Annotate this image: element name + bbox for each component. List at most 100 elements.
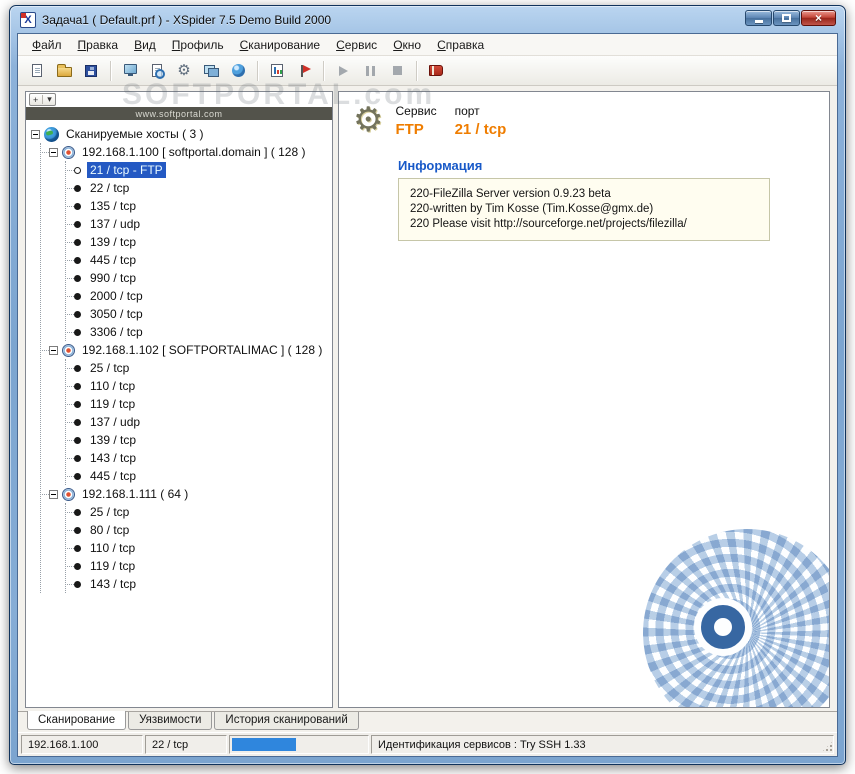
port-icon — [74, 472, 81, 480]
menu-item[interactable]: Файл — [24, 35, 70, 55]
main-area: + ▾ www.softportal.com Сканируемые хосты… — [18, 86, 837, 711]
tree-connector — [65, 187, 74, 189]
menu-item[interactable]: Сканирование — [232, 35, 328, 55]
client-area: Файл Правка Вид Профиль Сканирование Сервис Ок… — [18, 34, 837, 756]
collapse-toggle-icon[interactable] — [31, 129, 40, 139]
info-box: 220-FileZilla Server version 0.9.23 beta… — [398, 178, 770, 241]
port-label: 3306 / tcp — [90, 325, 143, 339]
menu-item[interactable]: Справка — [429, 35, 492, 55]
stop-scan-button[interactable] — [385, 59, 409, 83]
hosts-list-button[interactable] — [199, 59, 223, 83]
help-button[interactable] — [424, 59, 448, 83]
service-value: FTP — [395, 121, 424, 138]
floppy-icon — [85, 64, 97, 77]
tree-connector — [65, 529, 74, 531]
port-label: 2000 / tcp — [90, 289, 143, 303]
maximize-button[interactable] — [773, 10, 800, 26]
info-line: 220-written by Tim Kosse (Tim.Kosse@gmx.… — [410, 203, 654, 215]
menu-item[interactable]: Сервис — [328, 35, 385, 55]
port-label: 119 / tcp — [90, 397, 136, 411]
port-icon — [74, 256, 81, 264]
save-task-button[interactable] — [79, 59, 103, 83]
tree-root-row[interactable]: Сканируемые хосты ( 3 ) — [31, 125, 330, 143]
tab-active[interactable]: Сканирование — [27, 711, 127, 730]
tree-connector — [65, 277, 74, 279]
port-row[interactable]: 110 / tcp — [65, 377, 330, 395]
port-icon — [74, 310, 81, 318]
menu-item[interactable]: Вид — [126, 35, 164, 55]
collapse-toggle-icon[interactable] — [49, 147, 58, 157]
menu-item[interactable]: Профиль — [164, 35, 232, 55]
port-icon — [74, 580, 81, 588]
port-icon — [74, 544, 81, 552]
ports-group: 21 / tcp - FTP 22 / tcp 135 / tcp 137 / udp… — [65, 161, 330, 341]
ports-group: 25 / tcp 80 / tcp 110 / tcp 119 / tcp 143 / … — [65, 503, 330, 593]
port-row[interactable]: 990 / tcp — [65, 269, 330, 287]
menu-item[interactable]: Правка — [70, 35, 127, 55]
port-row[interactable]: 143 / tcp — [65, 575, 330, 593]
port-row[interactable]: 119 / tcp — [65, 395, 330, 413]
port-row[interactable]: 25 / tcp — [65, 503, 330, 521]
port-row[interactable]: 110 / tcp — [65, 539, 330, 557]
toolbar-separator — [323, 60, 324, 81]
host-label: 192.168.1.102 [ SOFTPORTALIMAC ] ( 128 ) — [82, 343, 323, 357]
port-row[interactable]: 25 / tcp — [65, 359, 330, 377]
port-row[interactable]: 3306 / tcp — [65, 323, 330, 341]
network-button[interactable] — [226, 59, 250, 83]
close-button[interactable]: × — [801, 10, 836, 26]
report-button[interactable] — [265, 59, 289, 83]
port-row[interactable]: 139 / tcp — [65, 431, 330, 449]
minimize-button[interactable] — [745, 10, 772, 26]
port-row[interactable]: 21 / tcp - FTP — [65, 161, 330, 179]
tab-item[interactable]: История сканирований — [214, 712, 359, 730]
tree-connector — [65, 403, 74, 405]
port-row[interactable]: 80 / tcp — [65, 521, 330, 539]
hosts-tree: Сканируемые хосты ( 3 ) 192.168.1.100 [ s… — [26, 120, 332, 707]
minimize-icon — [754, 20, 763, 23]
port-row[interactable]: 2000 / tcp — [65, 287, 330, 305]
port-icon — [74, 292, 81, 300]
host-icon — [62, 343, 75, 357]
checks-button[interactable] — [292, 59, 316, 83]
tab-item[interactable]: Уязвимости — [128, 712, 213, 730]
port-row[interactable]: 445 / tcp — [65, 251, 330, 269]
toolbar-separator — [110, 60, 111, 81]
scan-profile-button[interactable] — [145, 59, 169, 83]
port-label: 990 / tcp — [90, 271, 137, 285]
port-icon — [74, 328, 81, 336]
start-scan-button[interactable] — [331, 59, 355, 83]
pause-scan-button[interactable] — [358, 59, 382, 83]
tree-expand-dropdown-button[interactable]: + ▾ — [29, 93, 56, 106]
port-row[interactable]: 139 / tcp — [65, 233, 330, 251]
status-message: Идентификация сервисов : Try SSH 1.33 — [371, 735, 834, 754]
port-label: порт — [454, 104, 480, 118]
gear-page-icon — [177, 63, 190, 78]
port-label: 445 / tcp — [90, 253, 137, 267]
toolbar: SOFTPORTAL.com — [18, 56, 837, 111]
title-bar[interactable]: X Задача1 ( Default.prf ) - XSpider 7.5 … — [10, 6, 845, 34]
port-row[interactable]: 445 / tcp — [65, 467, 330, 485]
port-row[interactable]: 119 / tcp — [65, 557, 330, 575]
port-row[interactable]: 143 / tcp — [65, 449, 330, 467]
host-row[interactable]: 192.168.1.100 [ softportal.domain ] ( 12… — [40, 143, 330, 161]
new-task-button[interactable] — [25, 59, 49, 83]
port-row[interactable]: 3050 / tcp — [65, 305, 330, 323]
port-row[interactable]: 22 / tcp — [65, 179, 330, 197]
port-row[interactable]: 137 / udp — [65, 215, 330, 233]
port-icon — [74, 364, 81, 372]
port-icon — [74, 382, 81, 390]
open-task-button[interactable] — [52, 59, 76, 83]
host-row[interactable]: 192.168.1.102 [ SOFTPORTALIMAC ] ( 128 ) — [40, 341, 330, 359]
port-icon — [74, 220, 81, 228]
collapse-toggle-icon[interactable] — [49, 345, 58, 355]
host-row[interactable]: 192.168.1.111 ( 64 ) — [40, 485, 330, 503]
add-host-button[interactable] — [118, 59, 142, 83]
port-row[interactable]: 137 / udp — [65, 413, 330, 431]
edit-profile-button[interactable] — [172, 59, 196, 83]
collapse-toggle-icon[interactable] — [49, 489, 58, 499]
port-row[interactable]: 135 / tcp — [65, 197, 330, 215]
close-icon: × — [814, 11, 822, 25]
menu-item[interactable]: Окно — [385, 35, 429, 55]
window-controls: × — [745, 10, 836, 26]
globe-small-icon — [231, 64, 245, 77]
